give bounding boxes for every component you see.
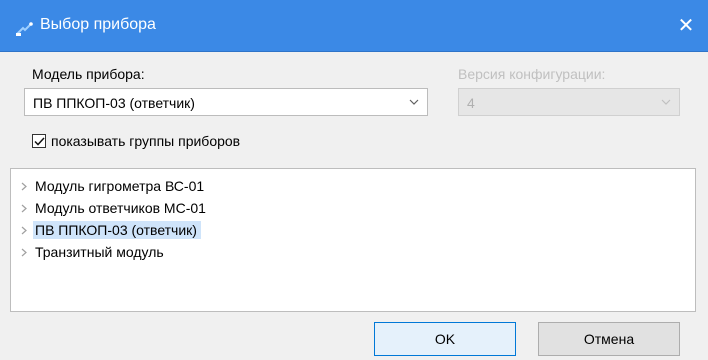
tree-item-ppkop[interactable]: ПВ ППКОП-03 (ответчик) bbox=[17, 220, 201, 240]
chevron-right-icon[interactable] bbox=[17, 242, 31, 262]
tree-item-label: ПВ ППКОП-03 (ответчик) bbox=[33, 221, 201, 239]
chevron-right-icon[interactable] bbox=[17, 198, 31, 218]
config-version-dropdown[interactable]: 4 bbox=[458, 88, 680, 116]
ok-button[interactable]: OK bbox=[374, 322, 516, 356]
tree-item-label: Модуль ответчиков МС-01 bbox=[35, 200, 206, 216]
device-tree[interactable]: Модуль гигрометра ВС-01 Модуль ответчико… bbox=[10, 168, 696, 312]
device-icon bbox=[16, 22, 34, 36]
tree-item-label: Модуль гигрометра ВС-01 bbox=[35, 178, 205, 194]
window-title: Выбор прибора bbox=[40, 16, 156, 33]
show-groups-checkbox[interactable]: показывать группы приборов bbox=[32, 132, 240, 150]
chevron-down-icon bbox=[653, 89, 679, 115]
tree-item-hygrometer[interactable]: Модуль гигрометра ВС-01 bbox=[17, 176, 208, 196]
tree-item-responders[interactable]: Модуль ответчиков МС-01 bbox=[17, 198, 210, 218]
tree-item-label: Транзитный модуль bbox=[35, 244, 164, 260]
chevron-right-icon[interactable] bbox=[17, 220, 31, 240]
device-selection-dialog: Выбор прибора ✕ Модель прибора: ПВ ППКОП… bbox=[0, 0, 708, 360]
chevron-right-icon[interactable] bbox=[17, 176, 31, 196]
close-icon[interactable]: ✕ bbox=[674, 14, 698, 38]
cancel-button[interactable]: Отмена bbox=[538, 322, 680, 356]
model-label: Модель прибора: bbox=[32, 66, 145, 82]
chevron-down-icon bbox=[401, 89, 427, 115]
config-version-label: Версия конфигурации: bbox=[458, 66, 606, 82]
tree-item-transit[interactable]: Транзитный модуль bbox=[17, 242, 168, 262]
model-dropdown[interactable]: ПВ ППКОП-03 (ответчик) bbox=[24, 88, 428, 116]
show-groups-label: показывать группы приборов bbox=[51, 133, 241, 149]
config-version-value: 4 bbox=[467, 95, 475, 111]
title-bar[interactable]: Выбор прибора ✕ bbox=[0, 0, 708, 52]
checkbox-checked-icon[interactable] bbox=[32, 134, 46, 148]
model-dropdown-value: ПВ ППКОП-03 (ответчик) bbox=[33, 95, 195, 111]
